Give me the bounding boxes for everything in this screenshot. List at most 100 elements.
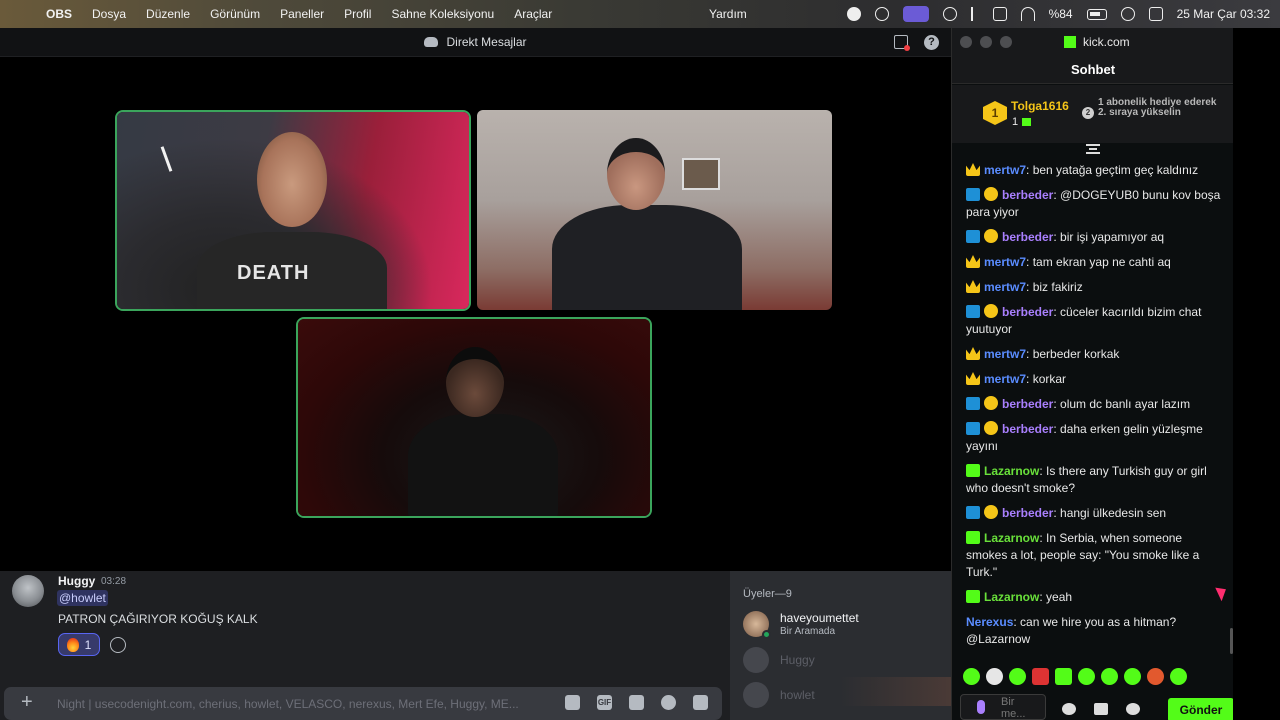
emote-icon[interactable]: [1055, 668, 1072, 685]
emote-icon[interactable]: [1078, 668, 1095, 685]
member-item[interactable]: howlet: [743, 682, 815, 708]
video-tile-3[interactable]: [298, 319, 650, 516]
chat-username[interactable]: mertw7: [984, 372, 1026, 386]
menu-paneller[interactable]: Paneller: [280, 7, 324, 21]
menu-sahne-koleksiyonu[interactable]: Sahne Koleksiyonu: [391, 7, 494, 21]
chat-message: mertw7: biz fakiriz: [966, 279, 1226, 296]
close-window-icon[interactable]: [960, 36, 972, 48]
mod-badge-icon: [966, 230, 980, 243]
menubar-clock[interactable]: 25 Mar Çar 03:32: [1177, 7, 1270, 21]
chat-username[interactable]: berbeder: [1002, 230, 1053, 244]
chat-text: biz fakiriz: [1032, 280, 1083, 294]
menu-yardim[interactable]: Yardım: [709, 7, 747, 21]
gift-icon[interactable]: [1094, 703, 1108, 715]
fire-reaction[interactable]: 1: [58, 633, 100, 656]
emote-icon[interactable]: [1170, 668, 1187, 685]
battery-icon[interactable]: [1086, 8, 1107, 20]
chat-username[interactable]: berbeder: [1002, 305, 1053, 319]
mod-badge-icon: [966, 397, 980, 410]
control-center-icon[interactable]: [1148, 7, 1163, 21]
spotlight-search-icon[interactable]: [1120, 7, 1135, 21]
emote-icon[interactable]: [1147, 668, 1164, 685]
chat-username[interactable]: berbeder: [1002, 422, 1053, 436]
chat-username[interactable]: mertw7: [984, 163, 1026, 177]
chat-username[interactable]: mertw7: [984, 280, 1026, 294]
microphone-icon[interactable]: [977, 700, 985, 714]
emote-icon[interactable]: [1124, 668, 1141, 685]
zoom-window-icon[interactable]: [1000, 36, 1012, 48]
send-button[interactable]: Gönder: [1168, 698, 1234, 720]
leader-name[interactable]: Tolga1616: [1011, 99, 1069, 113]
emote-icon[interactable]: [1032, 668, 1049, 685]
chat-username[interactable]: Lazarnow: [984, 464, 1039, 478]
reaction-count: 1: [84, 637, 92, 652]
gif-icon[interactable]: GIF: [597, 695, 612, 710]
composer-tools: GIF: [565, 695, 708, 710]
menu-dosya[interactable]: Dosya: [92, 7, 126, 21]
chat-username[interactable]: mertw7: [984, 347, 1026, 361]
avatar[interactable]: [12, 575, 44, 607]
member-item[interactable]: Huggy: [743, 647, 815, 673]
screen-share-icon[interactable]: [902, 6, 929, 22]
message-timestamp: 03:28: [101, 576, 127, 587]
chat-title: Sohbet: [952, 56, 1234, 84]
chat-message: Lazarnow: Is there any Turkish guy or gi…: [966, 464, 1207, 495]
sub-badge-icon: [984, 187, 998, 201]
chat-username[interactable]: berbeder: [1002, 506, 1053, 520]
gift-icon: [1022, 118, 1032, 126]
chat-message: berbeder: daha erken gelin yüzleşme yayı…: [966, 421, 1203, 453]
settings-icon[interactable]: [1126, 703, 1140, 715]
add-attachment-icon[interactable]: +: [21, 691, 33, 714]
minimize-window-icon[interactable]: [980, 36, 992, 48]
message-author[interactable]: Huggy: [58, 574, 95, 588]
online-status-icon: [762, 630, 771, 639]
message-mention[interactable]: @howlet: [57, 590, 108, 606]
discord-window: Direkt Mesajlar ? DEATH Huggy 03:28 @how…: [0, 28, 951, 720]
chat-username[interactable]: Lazarnow: [984, 531, 1039, 545]
avatar: [743, 611, 771, 639]
help-icon[interactable]: ?: [924, 35, 939, 50]
menu-duzenle[interactable]: Düzenle: [146, 7, 190, 21]
chat-message: berbeder: bir işi yapamıyor aq: [966, 229, 1226, 246]
play-icon[interactable]: [942, 7, 957, 21]
emote-icon[interactable]: [963, 668, 980, 685]
emote-icon[interactable]: [1009, 668, 1026, 685]
chat-input[interactable]: Bir me...: [960, 694, 1046, 720]
filter-icon[interactable]: [1086, 144, 1100, 154]
inbox-icon[interactable]: [894, 35, 910, 51]
menu-araclar[interactable]: Araçlar: [514, 7, 552, 21]
video-tile-1[interactable]: DEATH: [117, 112, 469, 309]
wifi-icon[interactable]: [1020, 7, 1035, 21]
display-icon[interactable]: [992, 7, 1007, 21]
chat-username[interactable]: berbeder: [1002, 188, 1053, 202]
menu-gorunum[interactable]: Görünüm: [210, 7, 260, 21]
sticker-icon[interactable]: [629, 695, 644, 710]
chat-text: tam ekran yap ne cahti aq: [1032, 255, 1171, 269]
member-name: haveyoumettet: [780, 611, 859, 625]
member-item[interactable]: haveyoumettet Bir Aramada: [743, 611, 859, 639]
message-input[interactable]: Night | usecodenight.com, cherius, howle…: [57, 697, 547, 711]
menu-app-name[interactable]: OBS: [46, 7, 72, 21]
crown-badge-icon: [966, 280, 980, 293]
member-name: howlet: [780, 688, 815, 702]
video-tile-2[interactable]: [477, 110, 832, 310]
chat-username[interactable]: Lazarnow: [984, 590, 1039, 604]
chat-text: berbeder korkak: [1032, 347, 1120, 361]
apps-icon[interactable]: [693, 695, 708, 710]
chat-username[interactable]: berbeder: [1002, 397, 1053, 411]
emote-icon[interactable]: [986, 668, 1003, 685]
record-status-icon[interactable]: [846, 7, 861, 21]
chat-username[interactable]: Nerexus: [966, 615, 1013, 629]
gift-icon[interactable]: [565, 695, 580, 710]
menu-profil[interactable]: Profil: [344, 7, 371, 21]
chat-message: mertw7: tam ekran yap ne cahti aq: [966, 254, 1226, 271]
bluetooth-icon[interactable]: [970, 7, 979, 21]
globe-icon[interactable]: [874, 7, 889, 21]
emote-icon[interactable]: [1101, 668, 1118, 685]
add-reaction-icon[interactable]: [110, 637, 126, 653]
sub-badge-icon: [984, 421, 998, 435]
emote-picker-icon[interactable]: [1062, 703, 1076, 715]
chat-username[interactable]: mertw7: [984, 255, 1026, 269]
dm-header-title[interactable]: Direkt Mesajlar: [446, 35, 526, 49]
emoji-icon[interactable]: [661, 695, 676, 710]
